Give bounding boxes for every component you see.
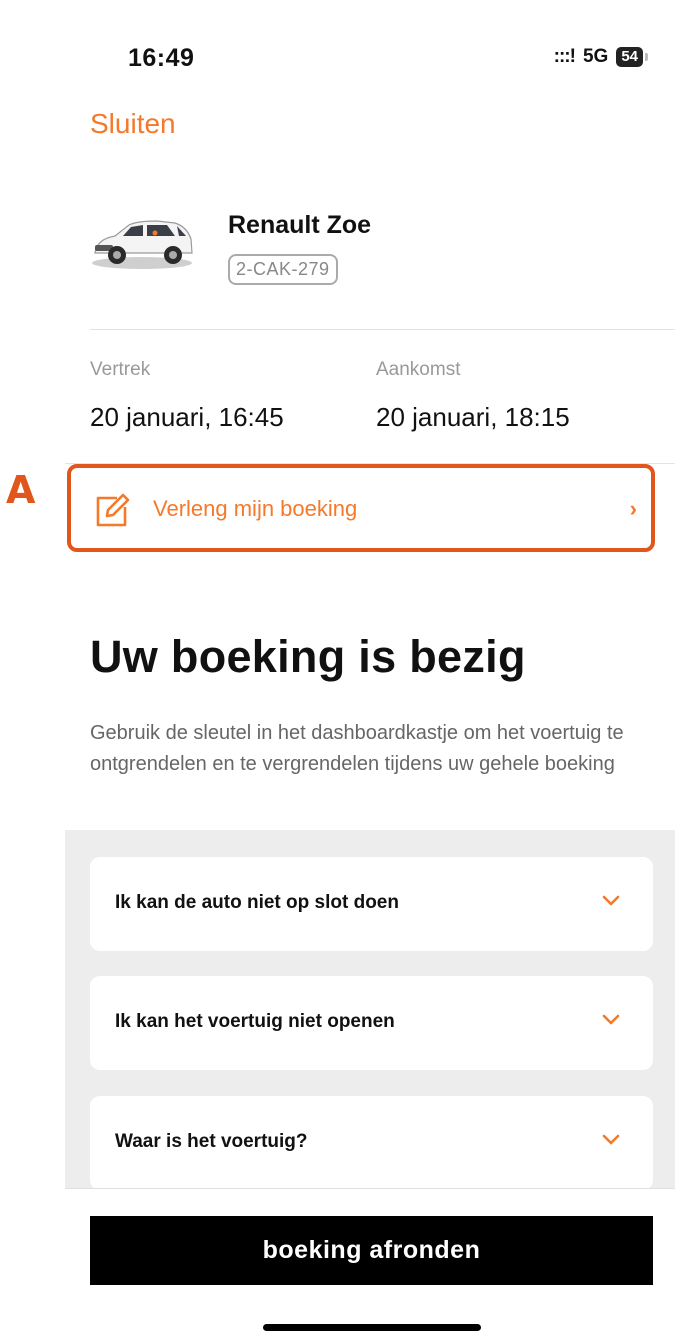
- home-indicator[interactable]: [263, 1324, 481, 1331]
- faq-question: Ik kan de auto niet op slot doen: [115, 892, 399, 913]
- chevron-down-icon: [602, 1014, 620, 1025]
- faq-section: Ik kan de auto niet op slot doen Ik kan …: [65, 830, 675, 1190]
- chevron-right-icon: ›: [629, 496, 637, 521]
- status-time: 16:49: [128, 44, 195, 72]
- annotation-marker-a: A: [6, 468, 36, 512]
- booking-status-description: Gebruik de sleutel in het dashboardkastj…: [90, 722, 624, 775]
- extend-booking-row[interactable]: Verleng mijn boeking ›: [67, 464, 655, 552]
- car-image: [92, 220, 193, 269]
- arrival-value: 20 januari, 18:15: [376, 402, 570, 432]
- divider: [90, 329, 675, 330]
- finish-booking-button[interactable]: boeking afronden: [90, 1216, 653, 1285]
- faq-item[interactable]: Waar is het voertuig?: [90, 1096, 653, 1190]
- faq-item[interactable]: Ik kan de auto niet op slot doen: [90, 857, 653, 951]
- left-margin: [0, 0, 65, 1338]
- extend-booking-label: Verleng mijn boeking: [153, 496, 358, 521]
- departure-value: 20 januari, 16:45: [90, 402, 284, 432]
- signal-icon: :::!: [553, 46, 576, 67]
- faq-question: Waar is het voertuig?: [115, 1131, 308, 1152]
- close-button[interactable]: Sluiten: [90, 108, 176, 140]
- faq-item[interactable]: Ik kan het voertuig niet openen: [90, 976, 653, 1070]
- chevron-down-icon: [602, 1134, 620, 1145]
- license-plate: 2-CAK-279: [228, 254, 338, 285]
- status-indicators: :::! 5G 54: [553, 46, 648, 68]
- top-margin: [65, 0, 675, 18]
- phone-screen: 16:49 :::! 5G 54 Sluiten Renault Zoe 2-C…: [65, 18, 675, 1338]
- network-label: 5G: [582, 46, 609, 67]
- booking-status-heading: Uw boeking is bezig: [90, 631, 526, 682]
- departure-label: Vertrek: [90, 359, 151, 380]
- page: A 16:49 :::! 5G 54 Sluiten Renault Zoe 2…: [0, 0, 675, 1338]
- chevron-down-icon: [602, 895, 620, 906]
- car-name: Renault Zoe: [228, 211, 372, 239]
- battery-icon: 54: [616, 47, 648, 67]
- arrival-label: Aankomst: [376, 359, 461, 380]
- faq-question: Ik kan het voertuig niet openen: [115, 1011, 395, 1032]
- edit-icon: [96, 493, 130, 527]
